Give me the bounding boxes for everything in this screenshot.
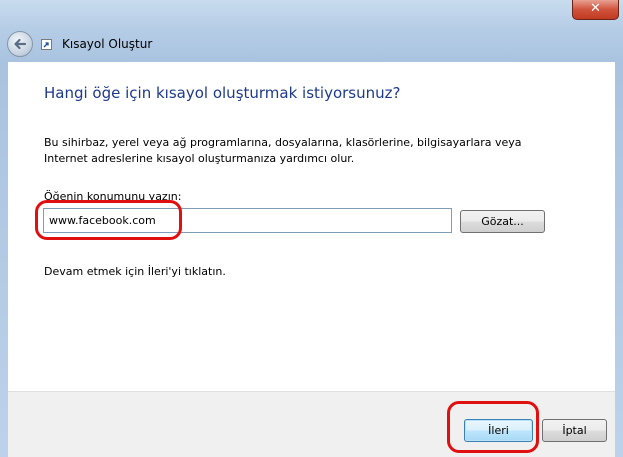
back-arrow-icon xyxy=(14,38,27,50)
location-label: Öğenin konumunu yazın: xyxy=(44,190,182,203)
window-title: Kısayol Oluştur xyxy=(62,37,153,51)
continue-hint: Devam etmek için İleri'yi tıklatın. xyxy=(44,265,226,278)
wizard-description: Bu sihirbaz, yerel veya ağ programlarına… xyxy=(44,136,522,165)
close-button[interactable]: ✕ xyxy=(572,0,619,20)
back-button[interactable] xyxy=(7,31,33,57)
window-frame-right xyxy=(615,62,623,457)
window-title-bar xyxy=(0,0,623,62)
cancel-button[interactable]: İptal xyxy=(542,419,607,442)
location-input[interactable] xyxy=(43,208,452,233)
next-button[interactable]: İleri xyxy=(464,419,533,442)
browse-button[interactable]: Gözat... xyxy=(460,210,545,233)
shortcut-icon xyxy=(41,39,52,50)
window-frame-left xyxy=(0,62,8,457)
page-title: Hangi öğe için kısayol oluşturmak istiyo… xyxy=(44,84,401,102)
close-icon: ✕ xyxy=(590,1,601,16)
